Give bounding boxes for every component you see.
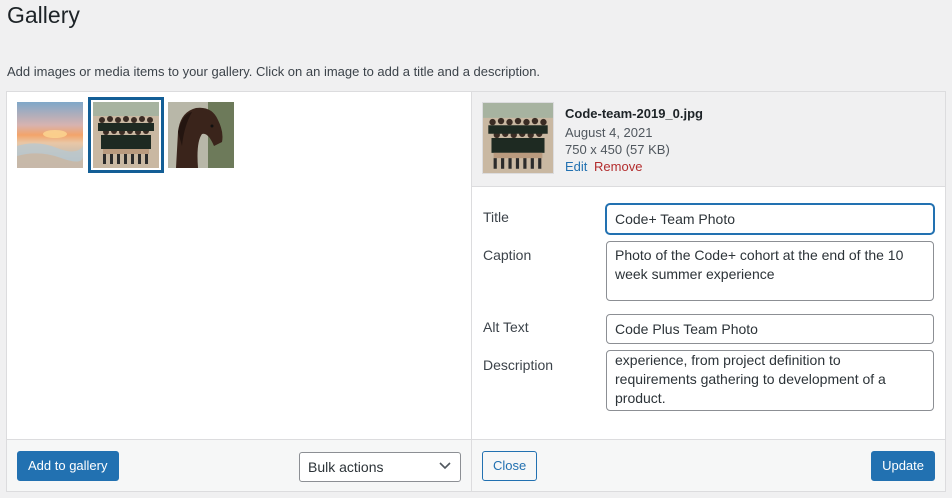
bulk-actions-select[interactable]: Bulk actions: [299, 452, 461, 482]
bulk-actions-label: Bulk actions: [308, 459, 384, 475]
code-team-thumbnail[interactable]: [88, 97, 164, 173]
attachment-details-pane: Code-team-2019_0.jpg August 4, 2021 750 …: [472, 92, 945, 491]
attachment-date: August 4, 2021: [565, 125, 653, 140]
sunset-beach-image: [17, 102, 83, 168]
sunset-beach-thumbnail[interactable]: [17, 102, 83, 168]
horse-image: [168, 102, 234, 168]
description-label: Description: [483, 357, 554, 373]
gallery-thumbnails-pane: Add to gallery Bulk actions: [7, 92, 472, 491]
edit-link[interactable]: Edit: [565, 159, 587, 174]
title-input[interactable]: [606, 204, 934, 234]
alt-text-input[interactable]: [606, 314, 934, 344]
description-textarea[interactable]: experience, from project definition to r…: [606, 350, 934, 411]
gallery-toolbar: Add to gallery Bulk actions: [7, 439, 471, 491]
title-label: Title: [483, 209, 509, 225]
chevron-down-icon: [439, 462, 451, 470]
gallery-instructions: Add images or media items to your galler…: [7, 64, 541, 79]
update-button[interactable]: Update: [871, 451, 935, 481]
attachment-actions: Edit Remove: [565, 159, 642, 174]
attachment-dimensions: 750 x 450 (57 KB): [565, 142, 670, 157]
attachment-info: Code-team-2019_0.jpg August 4, 2021 750 …: [472, 92, 945, 187]
horse-thumbnail[interactable]: [168, 102, 234, 168]
code-team-preview-image: [483, 103, 553, 173]
caption-label: Caption: [483, 247, 532, 263]
remove-link[interactable]: Remove: [594, 159, 642, 174]
attachment-filename: Code-team-2019_0.jpg: [565, 106, 703, 121]
code-team-image: [93, 102, 159, 168]
attachment-preview: [482, 102, 554, 174]
gallery-editor: Add to gallery Bulk actions Code-team-20…: [6, 91, 946, 492]
add-to-gallery-button[interactable]: Add to gallery: [17, 451, 119, 481]
caption-textarea[interactable]: Photo of the Code+ cohort at the end of …: [606, 241, 934, 301]
attachment-toolbar: Close Update: [472, 439, 945, 491]
alt-text-label: Alt Text: [483, 319, 529, 335]
close-button[interactable]: Close: [482, 451, 538, 481]
page-title: Gallery: [7, 2, 80, 28]
